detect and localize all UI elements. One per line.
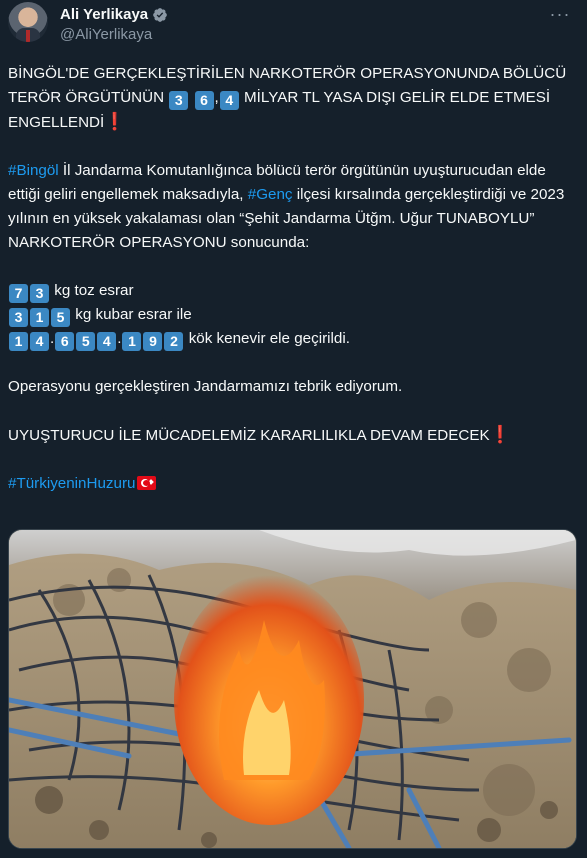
keycap-digit: 3 (9, 308, 28, 327)
tweet-paragraph-congrats: Operasyonu gerçekleştiren Jandarmamızı t… (8, 378, 403, 395)
burning-cannabis-pile-photo (9, 530, 576, 848)
seizure-line-kenevir: 14.654.192 kök kenevir ele geçirildi. (8, 327, 573, 351)
keycap-digit: 2 (164, 332, 184, 351)
seizure-text: kök kenevir ele geçirildi. (184, 330, 350, 347)
exclamation-icon: ❗ (489, 425, 511, 444)
decimal-separator: , (214, 89, 219, 106)
verified-badge-icon (153, 7, 167, 22)
keycap-digit: 9 (143, 332, 163, 351)
thousands-separator: . (117, 330, 122, 347)
tweet-paragraph-body: #Bingöl İl Jandarma Komutanlığınca bölüc… (8, 159, 573, 255)
keycap-digit: 7 (9, 284, 28, 303)
thousands-separator: . (50, 330, 55, 347)
author-handle[interactable]: @AliYerlikaya (60, 26, 152, 43)
keycap-digit: 6 (55, 332, 75, 351)
keycap-digit: 4 (219, 91, 239, 110)
tweet-paragraph-headline: BİNGÖL'DE GERÇEKLEŞTİRİLEN NARKOTERÖR OP… (8, 62, 573, 135)
hashtag-bingol-link[interactable]: #Bingöl (8, 162, 59, 179)
author-name-row: Ali Yerlikaya (60, 6, 168, 23)
keycap-digit: 1 (30, 308, 49, 327)
tweet-header: Ali Yerlikaya @AliYerlikaya ··· (8, 2, 579, 46)
seizure-text: kg toz esrar (50, 282, 134, 299)
seizure-text: kg kubar esrar ile (71, 306, 192, 323)
slogan-text: UYUŞTURUCU İLE MÜCADELEMİZ KARARLILIKLA … (8, 427, 490, 444)
hashtag-genc-link[interactable]: #Genç (248, 186, 293, 203)
hashtag-turkiyeninhuzuru-link[interactable]: #TürkiyeninHuzuru (8, 475, 135, 492)
seizure-line-toz-esrar: 73 kg toz esrar (8, 279, 573, 303)
keycap-digit: 1 (9, 332, 28, 351)
tweet-media-photo[interactable] (8, 529, 577, 849)
turkey-flag-icon (137, 476, 157, 490)
exclamation-icon: ❗ (104, 112, 126, 131)
keycap-digit: 5 (76, 332, 96, 351)
keycap-digit: 6 (194, 91, 214, 110)
keycap-digit: 5 (51, 308, 70, 327)
seizure-line-kubar-esrar: 315 kg kubar esrar ile (8, 303, 573, 327)
keycap-digit: 3 (30, 284, 49, 303)
keycap-digit: 3 (169, 91, 189, 110)
keycap-digit: 4 (97, 332, 117, 351)
avatar-tie (26, 30, 30, 42)
tweet-text: BİNGÖL'DE GERÇEKLEŞTİRİLEN NARKOTERÖR OP… (8, 62, 573, 496)
keycap-digit: 4 (30, 332, 49, 351)
tweet-paragraph-slogan: UYUŞTURUCU İLE MÜCADELEMİZ KARARLILIKLA … (8, 423, 573, 448)
author-display-name[interactable]: Ali Yerlikaya (60, 6, 148, 23)
keycap-digit: 1 (122, 332, 142, 351)
tweet-paragraph-hashtag: #TürkiyeninHuzuru (8, 472, 573, 496)
more-options-icon[interactable]: ··· (545, 4, 575, 28)
avatar[interactable] (8, 2, 48, 42)
